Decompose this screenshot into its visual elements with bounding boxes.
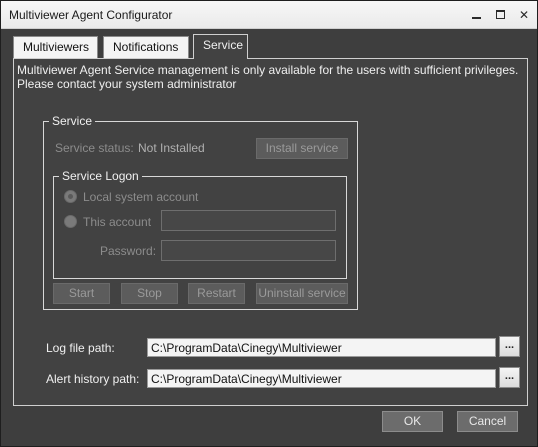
local-system-account-label: Local system account xyxy=(83,190,199,204)
tab-label: Notifications xyxy=(113,40,179,54)
privilege-message-line1: Multiviewer Agent Service management is … xyxy=(17,63,519,77)
minimize-button[interactable] xyxy=(469,7,485,23)
alert-history-browse-button[interactable]: ... xyxy=(499,367,520,388)
service-group: Service Service status: Not Installed In… xyxy=(43,114,358,310)
local-system-account-radio[interactable] xyxy=(64,190,77,203)
tab-service[interactable]: Service xyxy=(193,34,248,59)
service-status-value: Not Installed xyxy=(138,141,205,155)
alert-history-path-input[interactable]: C:\ProgramData\Cinegy\Multiviewer xyxy=(147,369,496,388)
ok-button[interactable]: OK xyxy=(382,411,443,432)
log-file-path-input[interactable]: C:\ProgramData\Cinegy\Multiviewer xyxy=(147,338,496,357)
tab-notifications[interactable]: Notifications xyxy=(103,36,189,58)
service-logon-group: Service Logon Local system account This … xyxy=(53,169,347,279)
close-button[interactable]: ✕ xyxy=(516,7,532,23)
account-input[interactable] xyxy=(161,210,336,231)
service-group-title: Service xyxy=(49,114,96,128)
alert-history-path-label: Alert history path: xyxy=(46,372,140,386)
stop-button[interactable]: Stop xyxy=(121,283,178,304)
service-status-label: Service status: xyxy=(55,141,134,155)
log-file-path-label: Log file path: xyxy=(46,341,115,355)
configurator-window: Multiviewer Agent Configurator ✕ Multivi… xyxy=(0,0,538,447)
service-panel: Multiviewer Agent Service management is … xyxy=(13,58,528,406)
tab-label: Service xyxy=(203,38,244,52)
tab-multiviewers[interactable]: Multiviewers xyxy=(13,36,98,58)
password-label: Password: xyxy=(100,244,157,258)
close-icon: ✕ xyxy=(518,8,530,22)
window-title: Multiviewer Agent Configurator xyxy=(9,8,173,22)
service-logon-group-title: Service Logon xyxy=(59,169,142,183)
cancel-button[interactable]: Cancel xyxy=(457,411,518,432)
install-service-button[interactable]: Install service xyxy=(256,138,348,159)
log-file-browse-button[interactable]: ... xyxy=(499,336,520,357)
restart-button[interactable]: Restart xyxy=(188,283,245,304)
this-account-radio[interactable] xyxy=(64,215,77,228)
this-account-label: This account xyxy=(83,215,152,229)
password-input[interactable] xyxy=(161,240,336,261)
maximize-icon xyxy=(496,10,505,19)
title-bar[interactable]: Multiviewer Agent Configurator ✕ xyxy=(1,1,537,29)
start-button[interactable]: Start xyxy=(53,283,110,304)
privilege-message-line2: Please contact your system administrator xyxy=(17,77,237,91)
privilege-message: Multiviewer Agent Service management is … xyxy=(17,63,527,91)
maximize-button[interactable] xyxy=(493,7,509,23)
uninstall-service-button[interactable]: Uninstall service xyxy=(256,283,348,304)
minimize-icon xyxy=(472,17,481,19)
tab-label: Multiviewers xyxy=(23,40,90,54)
